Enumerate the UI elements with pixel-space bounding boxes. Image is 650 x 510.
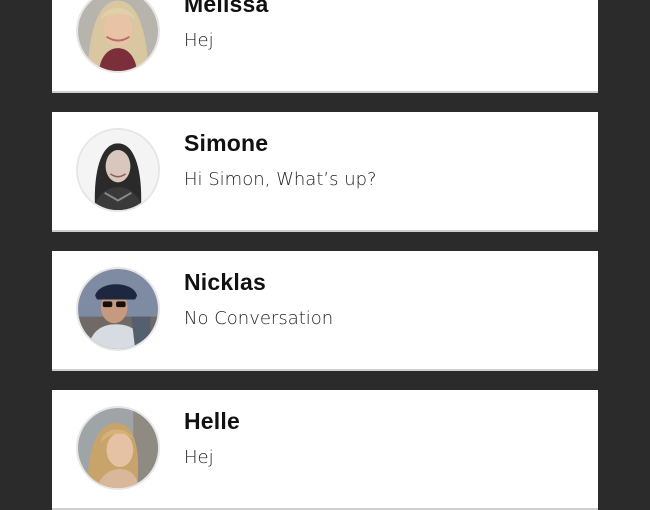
last-message: Hi Simon, What’s up?: [184, 169, 377, 190]
conversation-card-melissa[interactable]: Melissa Hej: [52, 0, 598, 93]
helle-avatar-image: [78, 408, 158, 488]
conversation-card-simone[interactable]: Simone Hi Simon, What’s up?: [52, 112, 598, 232]
contact-name: Simone: [184, 130, 269, 156]
contact-name: Helle: [184, 408, 240, 434]
conversation-card-nicklas[interactable]: Nicklas No Conversation: [52, 251, 598, 371]
last-message: Hej: [184, 447, 214, 468]
conversation-list: Melissa Hej Simone Hi Simon, What’s up?: [52, 0, 598, 510]
contact-name: Melissa: [184, 0, 269, 17]
melissa-avatar-image: [78, 0, 158, 71]
avatar-helle: [76, 406, 160, 490]
nicklas-avatar-image: [78, 269, 158, 349]
contact-name: Nicklas: [184, 269, 266, 295]
simone-avatar-image: [78, 130, 158, 210]
avatar-nicklas: [76, 267, 160, 351]
last-message: No Conversation: [184, 308, 334, 329]
avatar-simone: [76, 128, 160, 212]
conversation-card-helle[interactable]: Helle Hej: [52, 390, 598, 510]
avatar-melissa: [76, 0, 160, 73]
last-message: Hej: [184, 30, 214, 51]
